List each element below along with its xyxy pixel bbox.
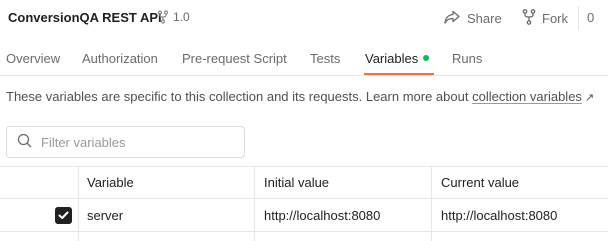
tab-runs[interactable]: Runs	[452, 51, 482, 66]
column-divider	[431, 199, 432, 231]
column-divider	[254, 199, 255, 231]
variable-name-cell[interactable]: server	[87, 199, 123, 231]
table-row: server http://localhost:8080 http://loca…	[0, 199, 608, 232]
share-button[interactable]: Share	[444, 8, 502, 28]
version-label: 1.0	[173, 10, 190, 24]
version-badge[interactable]: 1.0	[156, 10, 190, 24]
share-icon	[444, 10, 460, 27]
variables-table: Variable Initial value Current value ser…	[0, 166, 608, 241]
column-divider	[431, 167, 432, 198]
column-header-variable: Variable	[87, 175, 134, 190]
tab-pre-request-script[interactable]: Pre-request Script	[182, 51, 287, 66]
arrow-up-right-icon: ↗	[584, 92, 595, 104]
tab-authorization[interactable]: Authorization	[82, 51, 158, 66]
table-header-row: Variable Initial value Current value	[0, 166, 608, 199]
collection-title: ConversionQA REST API	[8, 10, 162, 25]
column-header-current-value: Current value	[441, 175, 520, 190]
column-divider	[78, 232, 79, 241]
fork-count: 0	[587, 10, 595, 25]
filter-variables-field[interactable]	[6, 126, 245, 158]
search-icon	[7, 133, 32, 151]
fork-divider	[578, 6, 579, 30]
column-divider	[254, 232, 255, 241]
empty-table-row	[0, 232, 608, 241]
collection-variables-link[interactable]: collection variables	[472, 89, 582, 104]
initial-value-cell[interactable]: http://localhost:8080	[264, 199, 380, 231]
link-text: collection variables	[472, 89, 582, 104]
fork-label: Fork	[542, 10, 568, 26]
share-label: Share	[467, 10, 502, 26]
tab-variables[interactable]: Variables	[365, 51, 430, 66]
column-divider	[254, 167, 255, 198]
collection-header: ConversionQA REST API 1.0 Share Fork 0	[0, 0, 608, 36]
column-divider	[431, 232, 432, 241]
column-divider	[78, 167, 79, 198]
tab-overview[interactable]: Overview	[6, 51, 60, 66]
checkmark-icon	[58, 208, 69, 223]
description-text: These variables are specific to this col…	[6, 89, 469, 104]
collection-tabs: Overview Authorization Pre-request Scrip…	[0, 40, 608, 76]
tab-variables-label: Variables	[365, 51, 419, 66]
changes-indicator-dot	[423, 55, 430, 61]
active-tab-underline	[364, 73, 434, 75]
enable-variable-checkbox[interactable]	[55, 206, 72, 224]
fork-icon	[522, 8, 536, 28]
tab-tests[interactable]: Tests	[310, 51, 340, 66]
filter-variables-input[interactable]	[41, 134, 231, 150]
column-header-initial-value: Initial value	[264, 175, 330, 190]
variables-description: These variables are specific to this col…	[6, 89, 594, 104]
row-checkbox-cell	[0, 199, 78, 231]
fork-button[interactable]: Fork	[522, 8, 568, 28]
fork-version-icon	[156, 10, 170, 24]
column-divider	[78, 199, 79, 231]
current-value-cell[interactable]: http://localhost:8080	[441, 199, 557, 231]
